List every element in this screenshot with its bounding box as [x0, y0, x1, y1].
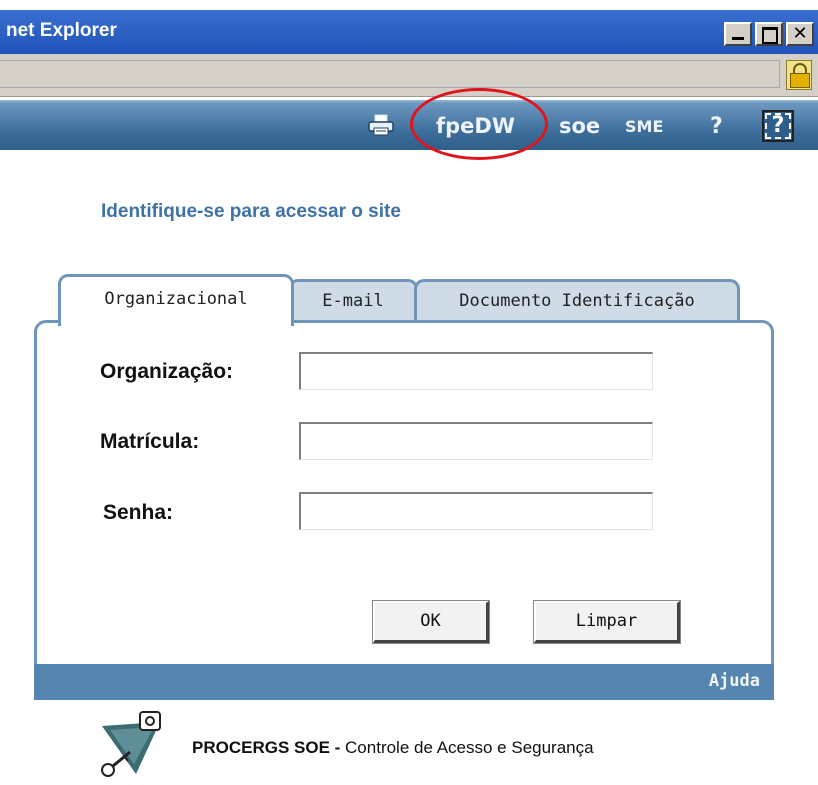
page-title: Identifique-se para acessar o site [101, 201, 401, 222]
annotation-highlight-circle [410, 88, 548, 160]
senha-label: Senha: [103, 501, 174, 524]
matricula-input[interactable] [299, 422, 653, 460]
limpar-button[interactable]: Limpar [534, 601, 680, 643]
tab-documento-identificacao[interactable]: Documento Identificação [414, 279, 740, 322]
organizacao-input[interactable] [299, 352, 653, 390]
lock-body [790, 73, 810, 88]
procergs-soe-logo [101, 711, 161, 777]
senha-input[interactable] [299, 492, 653, 530]
window-controls: ✕ [724, 22, 814, 46]
window-title: net Explorer [6, 20, 117, 41]
close-button[interactable]: ✕ [786, 22, 814, 46]
tab-organizacional[interactable]: Organizacional [58, 274, 294, 326]
panel-footer-bar: Ajuda [34, 664, 774, 700]
brand-footer: PROCERGS SOE - Controle de Acesso e Segu… [192, 738, 594, 758]
ajuda-link[interactable]: Ajuda [709, 671, 760, 691]
window-title-bar[interactable]: net Explorer ✕ [0, 10, 818, 54]
tab-email[interactable]: E-mail [288, 279, 418, 322]
brand-separator: - [329, 738, 346, 757]
link-help-question[interactable]: ? [710, 114, 723, 139]
address-field[interactable] [0, 60, 780, 88]
address-bar [0, 54, 818, 97]
organizacao-label: Organização: [100, 360, 234, 383]
site-header-bar: fpeDW soe SME ? ? [0, 100, 818, 150]
link-soe[interactable]: soe [559, 114, 600, 138]
help-box-icon[interactable]: ? [762, 110, 794, 142]
printer-icon[interactable] [368, 114, 394, 136]
maximize-button[interactable] [755, 22, 783, 46]
brand-name: PROCERGS SOE [192, 738, 330, 757]
minimize-button[interactable] [724, 22, 752, 46]
lock-icon[interactable] [786, 60, 812, 90]
login-form-panel: Organização: Matrícula: Senha: OK Limpar… [34, 320, 774, 700]
link-sme[interactable]: SME [625, 117, 663, 136]
ok-button[interactable]: OK [373, 601, 489, 643]
matricula-label: Matrícula: [100, 430, 200, 453]
brand-description: Controle de Acesso e Segurança [345, 738, 594, 757]
